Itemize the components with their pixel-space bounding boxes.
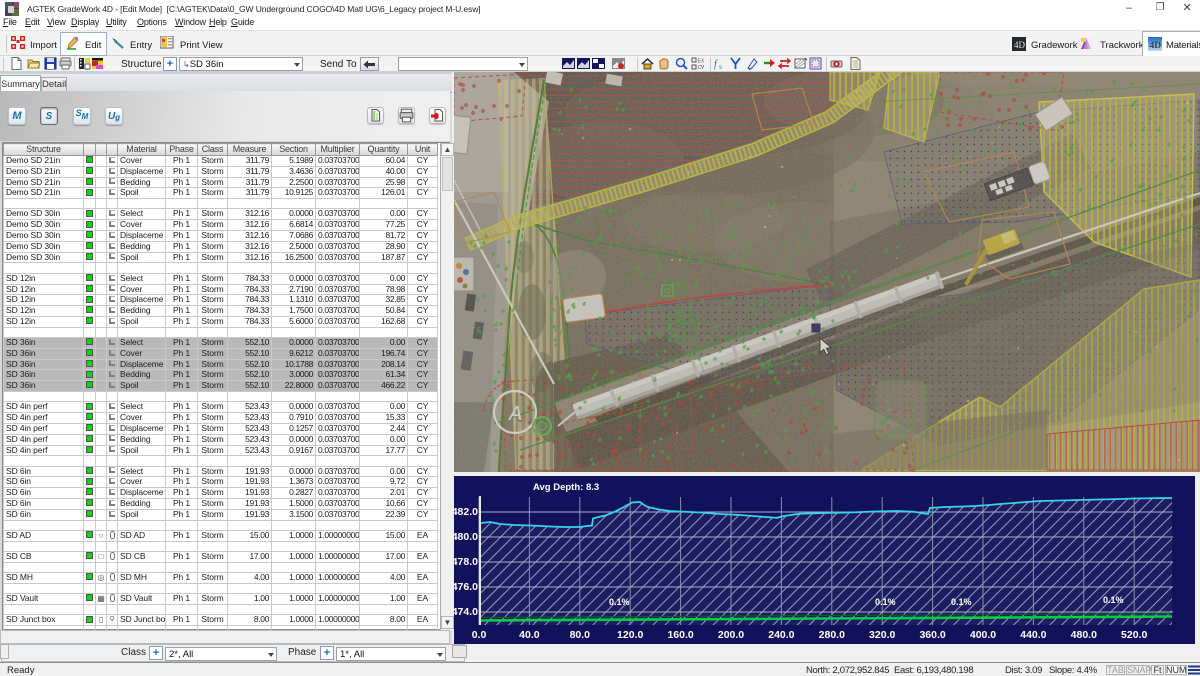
svg-text:0.1%: 0.1%: [951, 597, 972, 607]
svg-text:0.1%: 0.1%: [609, 597, 630, 607]
svg-text:320.0: 320.0: [869, 629, 895, 641]
svg-text:80.0: 80.0: [570, 629, 591, 641]
svg-text:520.0: 520.0: [1121, 629, 1147, 641]
svg-text:160.0: 160.0: [667, 629, 693, 641]
svg-text:s: s: [719, 65, 722, 70]
svg-text:f: f: [714, 59, 718, 70]
svg-text:476.0: 476.0: [454, 581, 478, 593]
svg-text:0.1%: 0.1%: [1103, 595, 1124, 605]
svg-text:482.0: 482.0: [454, 506, 478, 518]
svg-text:400.0: 400.0: [970, 629, 996, 641]
svg-text:280.0: 280.0: [819, 629, 845, 641]
svg-text:4D: 4D: [1150, 41, 1162, 51]
svg-text:Avg Depth: 8.3: Avg Depth: 8.3: [533, 482, 599, 493]
svg-text:0.0: 0.0: [472, 629, 487, 641]
svg-text:480.0: 480.0: [1071, 629, 1097, 641]
svg-text:240.0: 240.0: [768, 629, 794, 641]
svg-text:200.0: 200.0: [718, 629, 744, 641]
svg-text:EX: EX: [698, 59, 705, 65]
svg-text:474.0: 474.0: [454, 606, 478, 618]
svg-text:120.0: 120.0: [617, 629, 643, 641]
svg-text:40.0: 40.0: [519, 629, 540, 641]
svg-text:CW: CW: [698, 65, 705, 70]
svg-text:440.0: 440.0: [1020, 629, 1046, 641]
svg-text:0.1%: 0.1%: [875, 597, 896, 607]
svg-text:360.0: 360.0: [919, 629, 945, 641]
svg-text:4D: 4D: [1014, 40, 1026, 50]
svg-text:480.0: 480.0: [454, 531, 478, 543]
svg-text:478.0: 478.0: [454, 556, 478, 568]
